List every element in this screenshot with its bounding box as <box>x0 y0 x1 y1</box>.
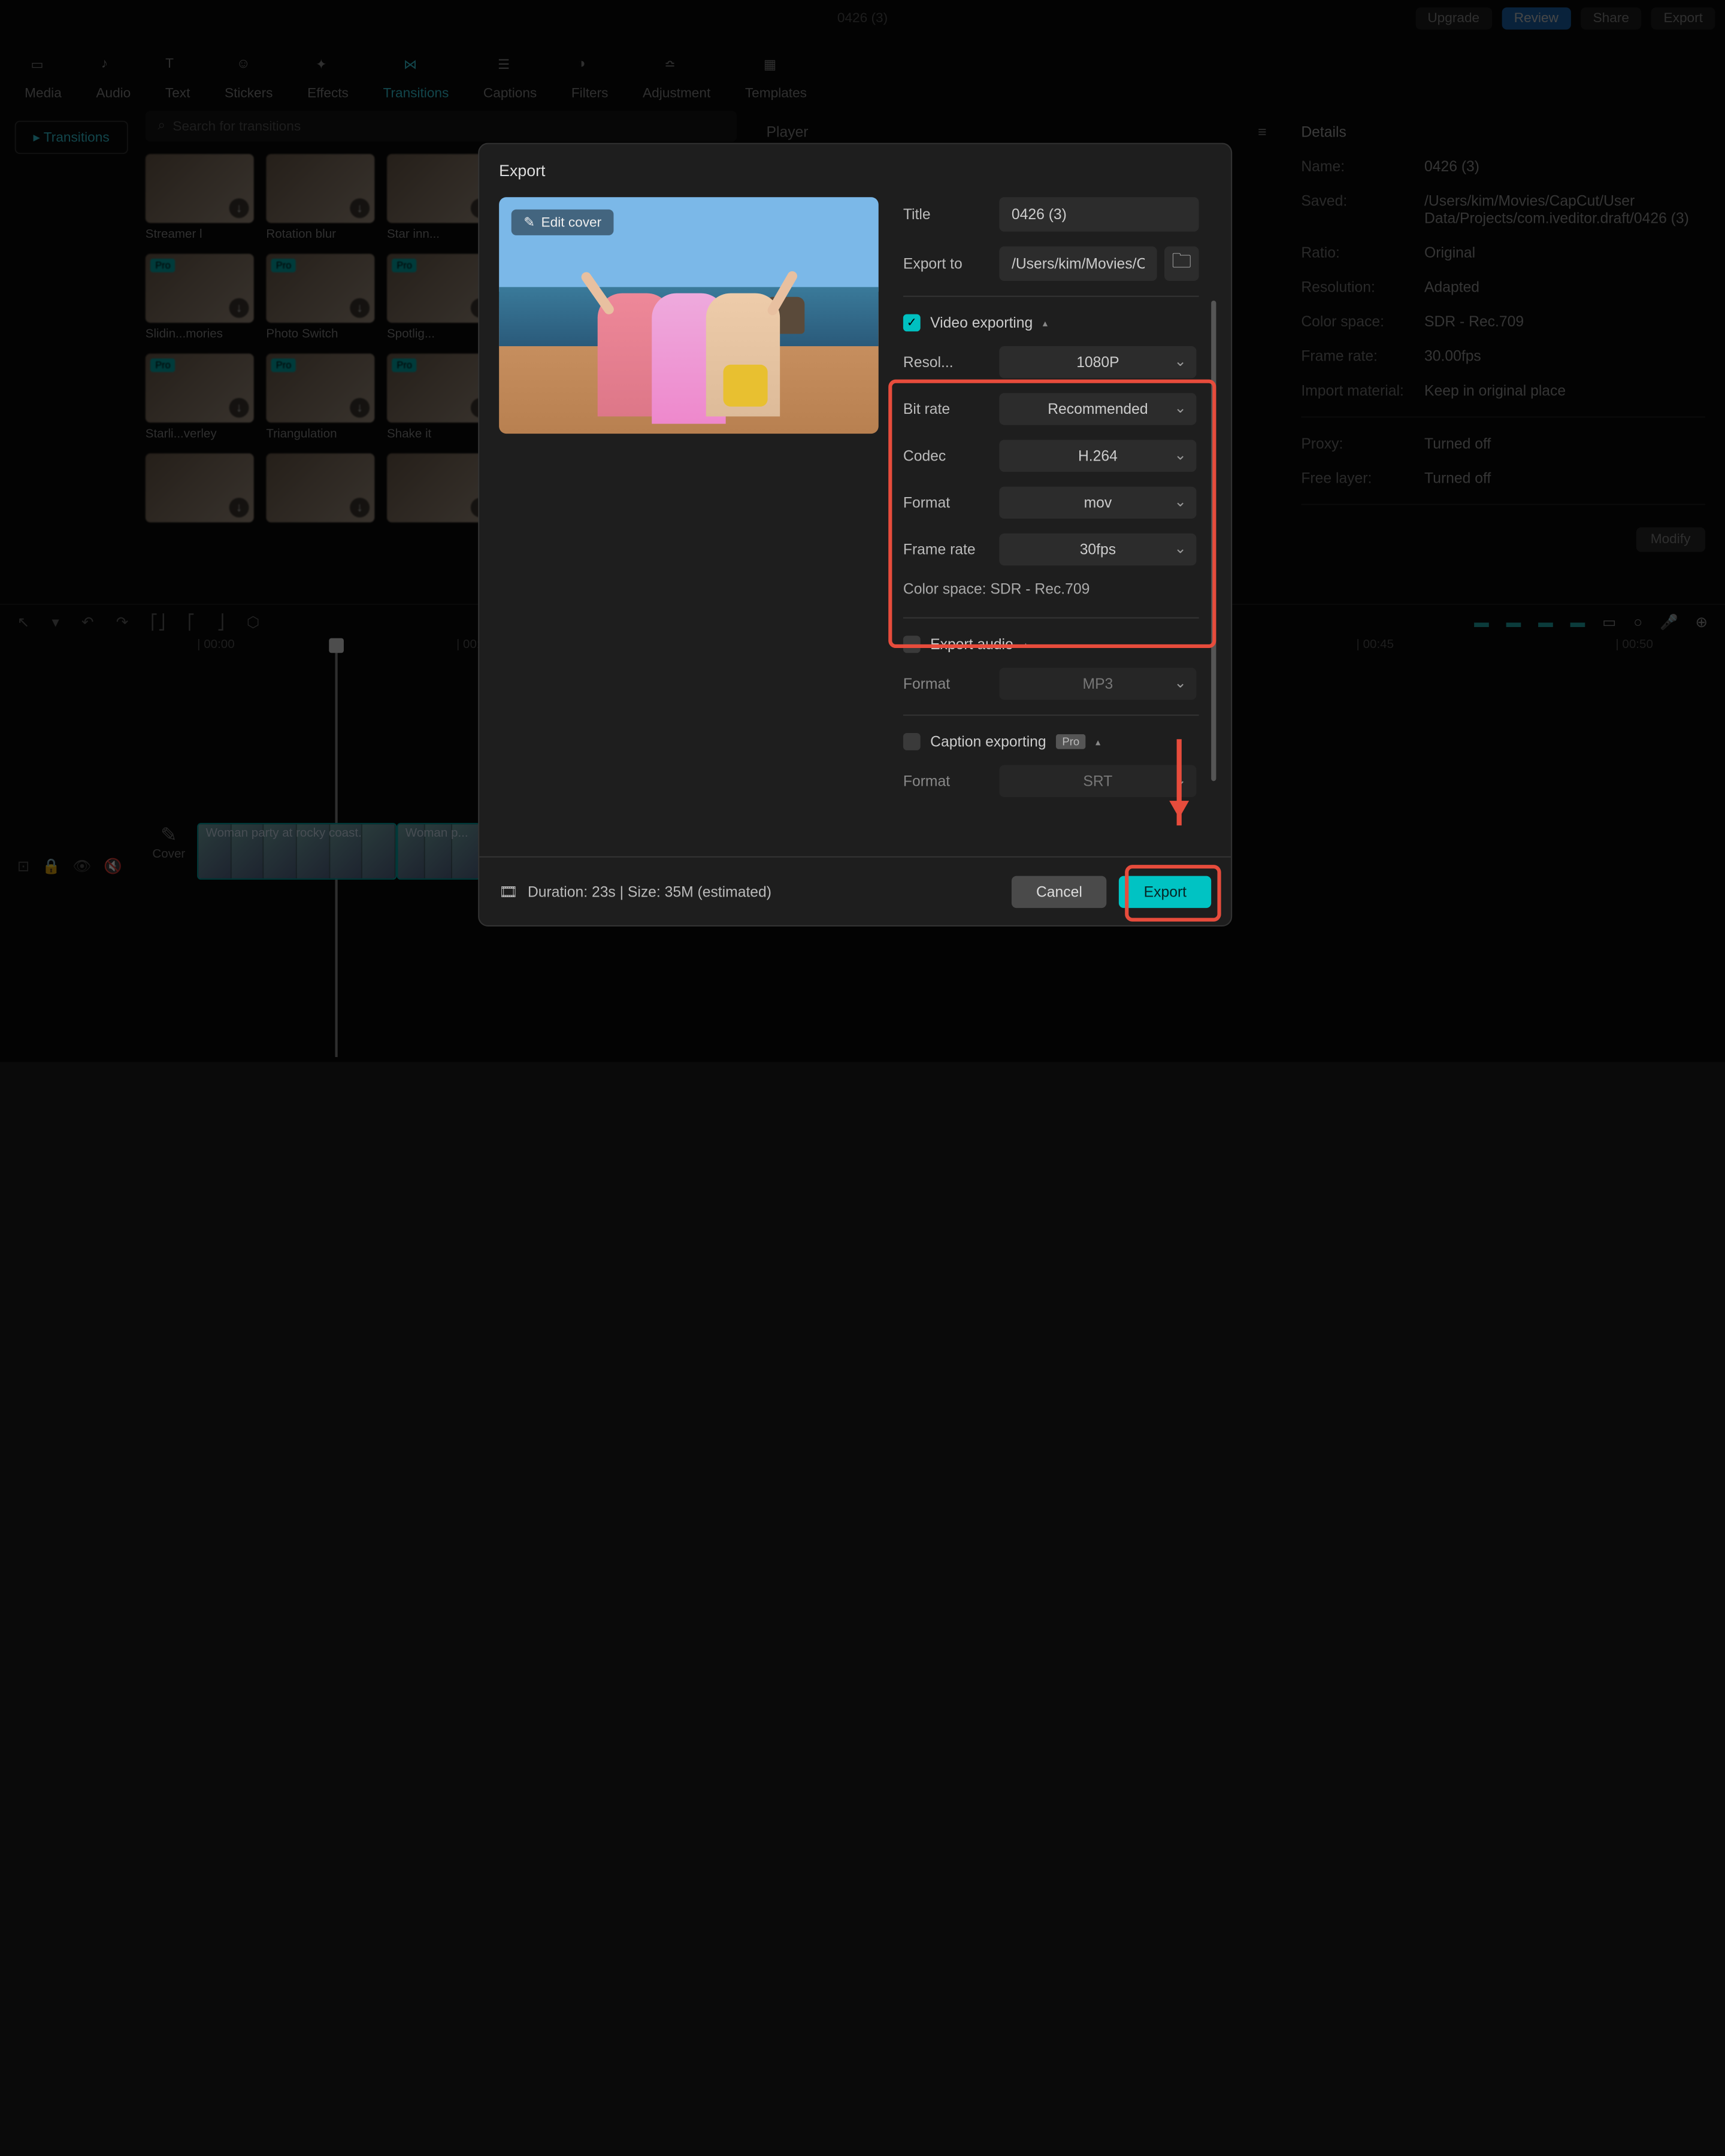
collapse-icon: ▴ <box>1043 317 1048 329</box>
export-path-input[interactable] <box>999 246 1157 281</box>
caption-exporting-checkbox[interactable] <box>903 733 921 750</box>
pro-badge: Pro <box>1056 734 1085 749</box>
folder-icon: 🗀 <box>1172 247 1191 280</box>
browse-folder-button[interactable]: 🗀 <box>1164 246 1199 281</box>
caption-format-select[interactable]: SRT <box>999 765 1196 797</box>
dialog-title: Export <box>479 144 1231 197</box>
export-dialog: Export ✎ Edit cover <box>478 143 1232 926</box>
arrow-annotation <box>1177 739 1182 825</box>
pencil-icon: ✎ <box>523 214 535 231</box>
audio-format-select[interactable]: MP3 <box>999 668 1196 700</box>
film-icon: 🎞 <box>499 883 518 900</box>
edit-cover-button[interactable]: ✎ Edit cover <box>512 210 614 235</box>
duration-info: Duration: 23s | Size: 35M (estimated) <box>528 883 771 900</box>
highlight-export-button <box>1125 865 1221 922</box>
cancel-button[interactable]: Cancel <box>1012 876 1107 907</box>
video-exporting-checkbox[interactable]: ✓ <box>903 314 921 332</box>
cover-preview: ✎ Edit cover <box>499 197 879 434</box>
resolution-select[interactable]: 1080P <box>999 346 1196 378</box>
video-exporting-section[interactable]: ✓ Video exporting ▴ <box>903 314 1199 332</box>
highlight-video-settings <box>888 380 1216 648</box>
caption-exporting-section[interactable]: Caption exporting Pro ▴ <box>903 733 1199 750</box>
title-input[interactable] <box>999 197 1199 232</box>
collapse-icon: ▴ <box>1095 736 1100 747</box>
